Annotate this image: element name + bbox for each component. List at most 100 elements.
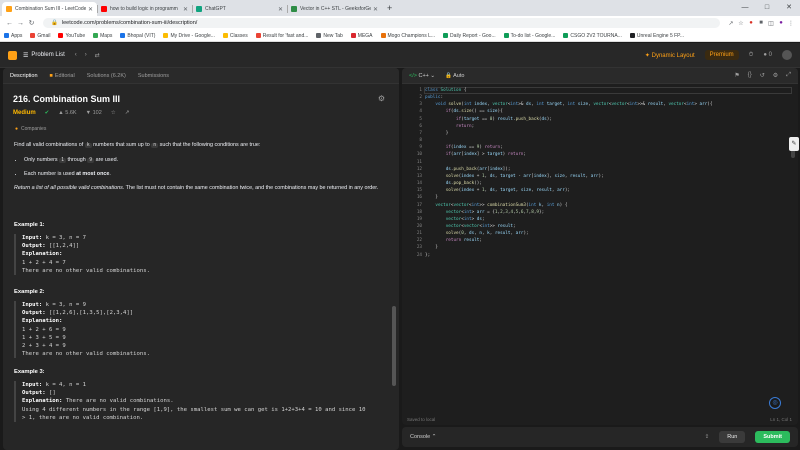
notification-button[interactable]: ● 0 bbox=[763, 52, 772, 58]
prev-problem-icon[interactable]: ‹ bbox=[75, 52, 77, 58]
bookmark-item[interactable]: CSGO 2V2 TOURNA... bbox=[563, 33, 622, 39]
maximize-icon[interactable]: □ bbox=[756, 0, 778, 16]
reload-icon[interactable]: ↻ bbox=[26, 19, 37, 27]
example-explanation: Explanation: bbox=[22, 317, 389, 325]
fullscreen-icon[interactable]: ⤢ bbox=[786, 72, 791, 79]
input-value: k = 3, n = 9 bbox=[42, 302, 86, 308]
bookmark-item[interactable]: Unreal Engine 5 FP... bbox=[629, 33, 684, 39]
ai-assist-icon[interactable]: ◎ bbox=[769, 397, 781, 409]
run-button[interactable]: Run bbox=[719, 431, 746, 443]
tab-editorial-label: Editorial bbox=[54, 72, 75, 79]
bookmark-favicon-icon bbox=[316, 33, 322, 38]
bookmark-item[interactable]: My Drive - Google... bbox=[163, 33, 215, 39]
bookmark-item[interactable]: Gmail bbox=[30, 33, 50, 39]
scrollbar[interactable] bbox=[392, 306, 396, 386]
back-icon[interactable]: ← bbox=[4, 20, 15, 27]
mode-toggle[interactable]: 🔒 Auto bbox=[445, 73, 464, 79]
upload-icon[interactable]: ⇪ bbox=[705, 434, 710, 440]
bookmark-favicon-icon bbox=[4, 33, 9, 38]
browser-tab[interactable]: Vector in C++ STL - GeeksforGe ✕ bbox=[287, 2, 382, 16]
new-tab-button[interactable]: + bbox=[382, 2, 397, 16]
bookmark-item[interactable]: Daily Report - Goo... bbox=[443, 33, 496, 39]
puzzle-icon[interactable]: ■ bbox=[756, 20, 766, 26]
intro-text-3: such that the following conditions are t… bbox=[158, 142, 261, 148]
share-icon[interactable]: ↗ bbox=[726, 20, 736, 27]
tab-description[interactable]: Description bbox=[10, 73, 38, 79]
bookmark-item[interactable]: Mogo Champions L... bbox=[380, 33, 435, 39]
bookmark-item[interactable]: Result for 'fast and... bbox=[255, 32, 309, 39]
example-input: Input: k = 3, n = 7 bbox=[22, 234, 389, 242]
code-area[interactable]: class Solution { public: void solve(int … bbox=[425, 87, 712, 259]
problem-description: Find all valid combinations of k numbers… bbox=[14, 141, 389, 198]
problem-list-link[interactable]: ☰ Problem List bbox=[23, 52, 65, 59]
tab-submissions[interactable]: Submissions bbox=[138, 73, 169, 79]
close-tab-icon[interactable]: ✕ bbox=[373, 6, 378, 13]
settings-gear-icon[interactable]: ⚙ bbox=[378, 94, 385, 103]
bookmark-favicon-icon bbox=[255, 33, 261, 38]
bookmark-item[interactable]: New Tab bbox=[316, 33, 343, 39]
bookmark-label: To-do list - Google... bbox=[510, 32, 556, 39]
braces-icon[interactable]: {} bbox=[748, 72, 752, 79]
browser-tab[interactable]: how to build logic in programm ✕ bbox=[97, 2, 192, 16]
bookmark-star-icon[interactable]: ☆ bbox=[736, 20, 746, 27]
dynamic-layout-button[interactable]: ✦ Dynamic Layout bbox=[645, 52, 695, 59]
submit-button[interactable]: Submit bbox=[755, 431, 790, 443]
bookmark-item[interactable]: Apps bbox=[4, 33, 22, 39]
companies-tag[interactable]: ● Companies bbox=[15, 126, 46, 132]
tab-editorial[interactable]: ■ Editorial bbox=[50, 73, 75, 79]
close-tab-icon[interactable]: ✕ bbox=[278, 6, 283, 13]
bookmark-item[interactable]: YouTube bbox=[58, 33, 85, 39]
output-value: [[1,2,6],[1,3,5],[2,3,4]] bbox=[45, 310, 134, 317]
example-output: Output: [[1,2,4]] bbox=[22, 242, 389, 250]
tab-favicon-icon bbox=[196, 6, 202, 12]
timer-icon[interactable]: ⏱ bbox=[749, 52, 754, 59]
explanation-label: Explanation: bbox=[22, 251, 63, 258]
avatar[interactable] bbox=[782, 50, 792, 60]
example-output: Output: [[1,2,6],[1,3,5],[2,3,4]] bbox=[22, 309, 389, 317]
settings-icon[interactable]: ⚙ bbox=[773, 72, 778, 79]
console-toggle[interactable]: Console ⌃ bbox=[410, 434, 436, 440]
bookmark-label: Result for 'fast and... bbox=[262, 32, 309, 39]
cursor-position: Ln 1, Col 1 bbox=[770, 417, 792, 422]
profile-icon[interactable]: ● bbox=[776, 20, 786, 26]
bookmark-icon[interactable]: ⚑ bbox=[734, 72, 739, 79]
sidepanel-icon[interactable]: ◫ bbox=[766, 20, 776, 27]
bookmark-item[interactable]: Maps bbox=[93, 33, 112, 39]
close-tab-icon[interactable]: ✕ bbox=[183, 6, 188, 13]
close-window-icon[interactable]: ✕ bbox=[778, 0, 800, 16]
lock-icon: ● bbox=[15, 126, 19, 132]
minimize-icon[interactable]: — bbox=[734, 0, 756, 16]
favorite-star-icon[interactable]: ☆ bbox=[111, 110, 116, 116]
extension-icon[interactable]: ● bbox=[746, 20, 756, 26]
like-button[interactable]: ▲ 5.6K bbox=[58, 110, 76, 116]
example-explanation: Explanation: There are no valid combinat… bbox=[22, 397, 389, 405]
premium-button[interactable]: Premium bbox=[704, 50, 739, 60]
bookmark-favicon-icon bbox=[93, 33, 99, 38]
dislike-button[interactable]: ▼ 102 bbox=[86, 110, 102, 116]
tab-title: ChatGPT bbox=[205, 6, 226, 12]
browser-tab[interactable]: Combination Sum III - LeetCode ✕ bbox=[2, 2, 97, 16]
next-problem-icon[interactable]: › bbox=[85, 52, 87, 58]
bookmark-item[interactable]: Bhopal (VIT) bbox=[120, 33, 155, 39]
example-input: Input: k = 4, n = 1 bbox=[22, 381, 389, 389]
close-tab-icon[interactable]: ✕ bbox=[88, 6, 93, 13]
url-input[interactable]: 🔒 leetcode.com/problems/combination-sum-i… bbox=[43, 18, 720, 28]
chevron-up-icon: ⌃ bbox=[431, 434, 437, 440]
leetcode-logo-icon[interactable] bbox=[8, 50, 17, 60]
browser-tab[interactable]: ChatGPT ✕ bbox=[192, 2, 287, 16]
language-select[interactable]: </> C++ ⌄ bbox=[409, 73, 435, 79]
bookmark-item[interactable]: Classes bbox=[222, 33, 248, 39]
bookmark-item[interactable]: To-do list - Google... bbox=[503, 32, 556, 39]
share-link-icon[interactable]: ↗ bbox=[125, 110, 130, 116]
shuffle-icon[interactable]: ⇄ bbox=[95, 52, 100, 59]
menu-dots-icon[interactable]: ⋮ bbox=[786, 20, 796, 27]
bookmark-label: Apps bbox=[11, 32, 23, 39]
bookmark-item[interactable]: MEGA bbox=[350, 33, 373, 39]
tab-solutions[interactable]: Solutions (6.2K) bbox=[87, 73, 126, 79]
forward-icon[interactable]: → bbox=[15, 20, 26, 27]
bookmark-label: Maps bbox=[100, 32, 113, 39]
inline-code-k: k bbox=[84, 143, 92, 148]
difficulty-badge: Medium bbox=[13, 110, 36, 116]
reset-icon[interactable]: ↺ bbox=[760, 72, 765, 79]
side-notes-icon[interactable]: ✎ bbox=[789, 137, 799, 151]
